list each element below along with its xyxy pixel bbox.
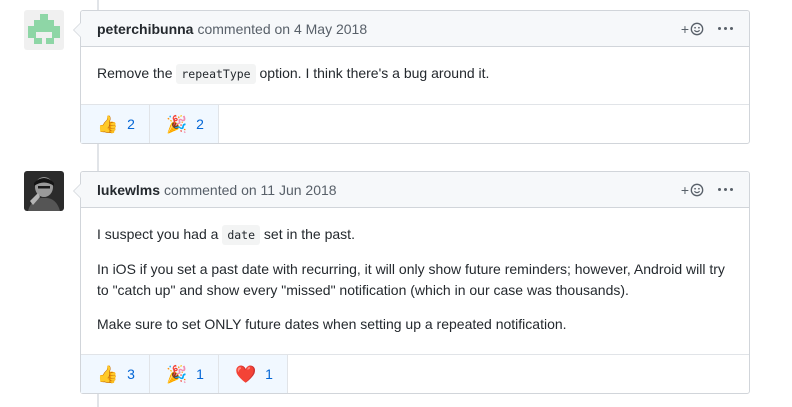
comment-date[interactable]: 11 Jun 2018 xyxy=(261,182,337,198)
author-link[interactable]: lukewlms xyxy=(97,182,160,198)
inline-code: repeatType xyxy=(176,64,256,84)
avatar-peterchibunna[interactable] xyxy=(24,10,64,50)
hooray-icon: 🎉 xyxy=(165,114,188,134)
reaction-count: 3 xyxy=(127,366,135,382)
reaction-count: 2 xyxy=(127,116,135,132)
reactions-bar: 👍 2 🎉 2 xyxy=(81,104,749,143)
comment-date[interactable]: 4 May 2018 xyxy=(294,21,367,37)
comment-body: Remove the repeatType option. I think th… xyxy=(81,47,749,104)
comment-body: I suspect you had a date set in the past… xyxy=(81,208,749,354)
comment-header: peterchibunna commented on 4 May 2018 + xyxy=(81,11,749,47)
smiley-icon xyxy=(690,183,704,196)
avatar-lukewlms[interactable] xyxy=(24,171,64,211)
reaction-hooray[interactable]: 🎉 1 xyxy=(149,355,219,393)
add-reaction-button[interactable]: + xyxy=(681,22,704,36)
comment-header: lukewlms commented on 11 Jun 2018 + xyxy=(81,172,749,208)
kebab-icon[interactable] xyxy=(718,188,733,191)
comment-paragraph: Remove the repeatType option. I think th… xyxy=(97,63,733,85)
thumbs-up-icon: 👍 xyxy=(97,364,119,384)
comment-action: commented on xyxy=(197,20,291,37)
add-reaction-button[interactable]: + xyxy=(681,183,704,197)
comment-action: commented on xyxy=(164,181,257,198)
reaction-count: 1 xyxy=(265,366,273,382)
author-link[interactable]: peterchibunna xyxy=(97,21,193,37)
smiley-icon xyxy=(690,22,704,35)
reaction-thumbs-up[interactable]: 👍 3 xyxy=(81,355,150,393)
comment-1: peterchibunna commented on 4 May 2018 + … xyxy=(73,10,750,144)
kebab-icon[interactable] xyxy=(718,27,733,30)
reaction-heart[interactable]: ❤️ 1 xyxy=(218,355,288,393)
comment-paragraph: Make sure to set ONLY future dates when … xyxy=(97,316,567,332)
reaction-hooray[interactable]: 🎉 2 xyxy=(149,105,219,143)
reaction-count: 1 xyxy=(196,366,204,382)
comment-paragraph: I suspect you had a date set in the past… xyxy=(97,224,733,246)
reactions-bar: 👍 3 🎉 1 ❤️ 1 xyxy=(81,354,749,393)
thumbs-up-icon: 👍 xyxy=(97,114,119,134)
hooray-icon: 🎉 xyxy=(165,364,188,384)
reaction-thumbs-up[interactable]: 👍 2 xyxy=(81,105,150,143)
heart-icon: ❤️ xyxy=(234,364,257,384)
comment-paragraph: In iOS if you set a past date with recur… xyxy=(97,261,725,298)
comment-2: lukewlms commented on 11 Jun 2018 + I su… xyxy=(73,171,750,394)
inline-code: date xyxy=(222,225,261,245)
reaction-count: 2 xyxy=(196,116,204,132)
